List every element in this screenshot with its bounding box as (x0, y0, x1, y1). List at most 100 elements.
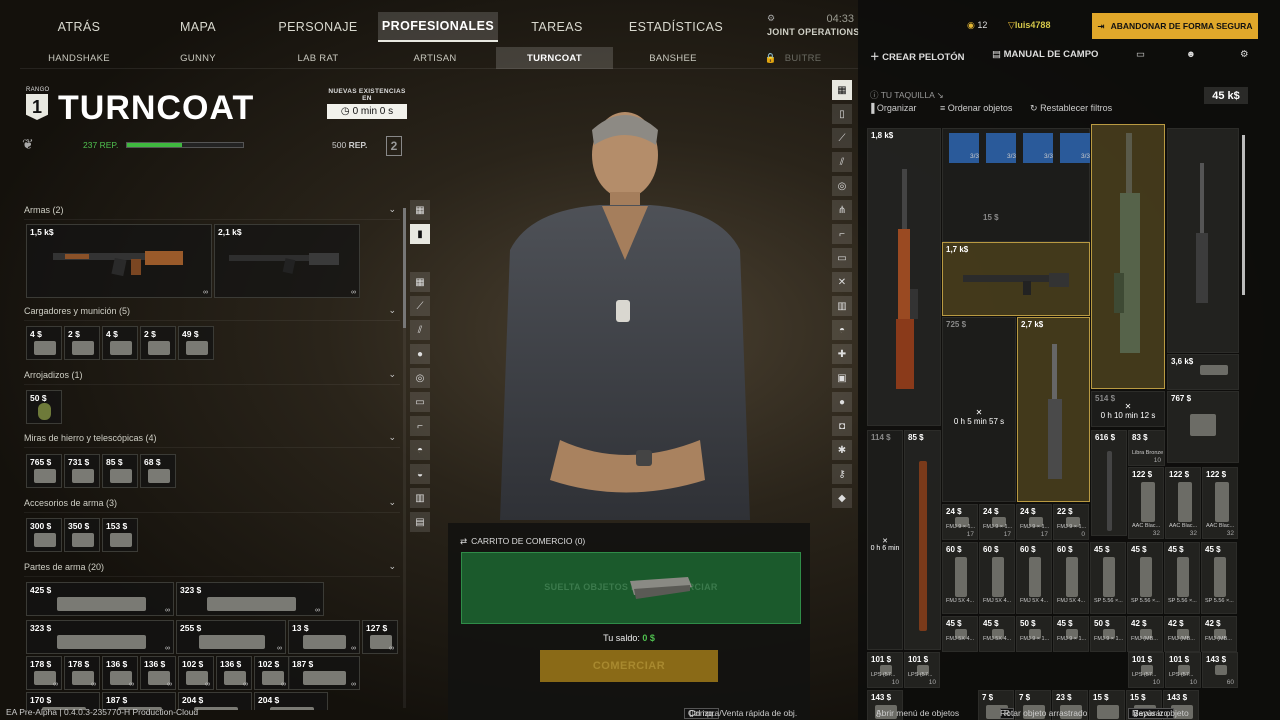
armor-icon[interactable]: ▣ (832, 368, 852, 388)
category-header[interactable]: Arrojadizos (1) ⌄ (24, 365, 400, 385)
shop-item[interactable]: 187 $ ∞ (288, 656, 360, 690)
shop-item[interactable]: 425 $ ∞ (26, 582, 174, 616)
bottle-icon[interactable]: ▯ (832, 104, 852, 124)
stash-item[interactable]: 114 $ ✕ 0 h 6 min (867, 430, 903, 650)
stash-item[interactable]: 122 $ AAC Blac... 32 (1202, 467, 1238, 539)
grid-all-icon[interactable]: ▦ (832, 80, 852, 100)
stash-item[interactable]: 45 $ SP 5.56 ×... (1164, 542, 1200, 614)
trader-tab-labrat[interactable]: LAB RAT (258, 47, 378, 69)
category-header[interactable]: Accesorios de arma (3) ⌄ (24, 493, 400, 513)
username[interactable]: ▽luis4788 (1008, 20, 1050, 31)
bipod-icon[interactable]: ⋔ (832, 200, 852, 220)
rifle-icon[interactable]: ⟋ (410, 296, 430, 316)
category-header[interactable]: Armas (2) ⌄ (24, 200, 400, 220)
mask-icon[interactable]: ◒ (410, 464, 430, 484)
weapon-part-icon[interactable]: ⌐ (832, 224, 852, 244)
backpack-icon[interactable]: ▤ (410, 512, 430, 532)
shop-item[interactable]: 13 $ ∞ (288, 620, 360, 654)
shop-item[interactable]: 2 $ (64, 326, 100, 360)
stash-item[interactable]: 42 $ FMJ (MB... (1127, 616, 1163, 652)
stash-item[interactable]: 101 $ LPS (57... 10 (904, 652, 940, 688)
chat-icon[interactable]: ▭ (1136, 49, 1145, 63)
stash-item[interactable] (1167, 128, 1239, 353)
magazine-icon[interactable]: ⫽ (410, 320, 430, 340)
shop-item[interactable]: 300 $ (26, 518, 62, 552)
trader-tab-turncoat[interactable]: TURNCOAT (496, 47, 613, 69)
shop-item[interactable]: 178 $ ∞ (26, 656, 62, 690)
stash-item[interactable]: 60 $ FMJ 5X 4... (942, 542, 978, 614)
magazine-icon[interactable]: ⫽ (832, 152, 852, 172)
grid-all-icon[interactable]: ▦ (410, 272, 430, 292)
field-manual-button[interactable]: ▤ MANUAL DE CAMPO (992, 49, 1098, 63)
abandon-safely-button[interactable]: ⇥ ABANDONAR DE FORMA SEGURA (1092, 13, 1258, 39)
tab-tasks[interactable]: TAREAS (498, 12, 616, 42)
trader-tab-handshake[interactable]: HANDSHAKE (20, 47, 138, 69)
stash-item[interactable]: 50 $ FMJ 9 × 1... (1090, 616, 1126, 652)
shop-item[interactable]: 50 $ (26, 390, 62, 424)
stash-item[interactable]: 45 $ FMJ 5X 4... (942, 616, 978, 652)
stash-item[interactable]: 50 $ FMJ 9 × 1... (1016, 616, 1052, 652)
stash-item[interactable]: 45 $ FMJ 9 × 1... (1053, 616, 1089, 652)
tab-character[interactable]: PERSONAJE (258, 12, 378, 42)
tab-stats[interactable]: ESTADÍSTICAS (616, 12, 736, 42)
organize-button[interactable]: ▐ Organizar (868, 103, 916, 113)
stash-item[interactable]: 45 $ SP 5.56 ×... (1201, 542, 1237, 614)
shop-item[interactable]: 1,5 k$ ∞ (26, 224, 212, 298)
stash-item[interactable]: 3,6 k$ (1167, 354, 1239, 390)
stash-item[interactable]: 1,7 k$ (942, 242, 1090, 316)
category-header[interactable]: Cargadores y munición (5) ⌄ (24, 301, 400, 321)
locker-icon[interactable]: ▮ (410, 224, 430, 244)
stash-item[interactable]: 101 $ LPS (57... 10 (1128, 652, 1164, 688)
sort-button[interactable]: ≡ Ordenar objetos (940, 103, 1012, 113)
stash-item[interactable]: 616 $ (1091, 430, 1127, 536)
joint-operations[interactable]: ⚙ 04:33 JOINT OPERATIONS (765, 12, 860, 42)
stash-item[interactable]: 45 $ SP 5.56 ×... (1090, 542, 1126, 614)
stash-item[interactable]: 3/3 3/3 3/3 3/3 15 $ (942, 128, 1090, 242)
trader-tab-banshee[interactable]: BANSHEE (613, 47, 733, 69)
stash-item[interactable]: 2,7 k$ (1017, 317, 1090, 502)
gear-icon[interactable]: ⚙ (1240, 49, 1249, 63)
vest-icon[interactable]: ▥ (410, 488, 430, 508)
shop-item[interactable]: 178 $ ∞ (64, 656, 100, 690)
stash-item[interactable]: 22 $ FMJ 9 × 1... 0 (1053, 504, 1089, 540)
bag-icon[interactable]: ◘ (832, 416, 852, 436)
grid-all-icon[interactable]: ▦ (410, 200, 430, 220)
shop-item[interactable]: 350 $ (64, 518, 100, 552)
shop-item[interactable]: 153 $ (102, 518, 138, 552)
reset-filters-button[interactable]: ↻ Restablecer filtros (1030, 103, 1112, 114)
stash-item[interactable]: 83 $ Libra Bronze 10 (1128, 430, 1165, 466)
stash-item[interactable]: 143 $ 60 (1202, 652, 1238, 688)
helmet-icon[interactable]: ◓ (410, 440, 430, 460)
scope-icon[interactable]: ◎ (410, 368, 430, 388)
stash-item[interactable]: 24 $ FMJ 9 × 1... 17 (942, 504, 978, 540)
stash-item[interactable]: 60 $ FMJ 5X 4... (979, 542, 1015, 614)
scope-icon[interactable]: ◎ (832, 176, 852, 196)
category-header[interactable]: Miras de hierro y telescópicas (4) ⌄ (24, 428, 400, 448)
shop-item[interactable]: 2 $ (140, 326, 176, 360)
shop-item[interactable]: 102 $ ∞ (178, 656, 214, 690)
stash-item[interactable]: 767 $ (1167, 391, 1239, 463)
shop-item[interactable]: 68 $ (140, 454, 176, 488)
attachment-icon[interactable]: ▭ (832, 248, 852, 268)
medkit-icon[interactable]: ✚ (832, 344, 852, 364)
stash-item[interactable]: 24 $ FMJ 9 × 1... 17 (1016, 504, 1052, 540)
shop-item[interactable]: 323 $ ∞ (26, 620, 174, 654)
friends-icon[interactable]: ☻ (1186, 49, 1196, 63)
grenade-icon[interactable]: ● (410, 344, 430, 364)
create-squad-button[interactable]: ＋ CREAR PELOTÓN (870, 49, 965, 63)
stash-item[interactable]: 60 $ FMJ 5X 4... (1053, 542, 1089, 614)
stash-scrollbar[interactable] (1242, 135, 1245, 295)
shop-item[interactable]: 85 $ (102, 454, 138, 488)
inventory-scroll-thumb[interactable] (403, 208, 406, 328)
helmet-icon[interactable]: ◓ (832, 320, 852, 340)
cube-icon[interactable]: ◆ (832, 488, 852, 508)
trade-button[interactable]: COMERCIAR (540, 650, 718, 682)
stash-item[interactable]: 60 $ FMJ 5X 4... (1016, 542, 1052, 614)
grenade-icon[interactable]: ● (832, 392, 852, 412)
shop-item[interactable]: 127 $ ∞ (362, 620, 398, 654)
tab-traders[interactable]: PROFESIONALES (378, 12, 498, 42)
stash-item[interactable]: 45 $ FMJ 5X 4... (979, 616, 1015, 652)
stash-item[interactable]: 45 $ SP 5.56 ×... (1127, 542, 1163, 614)
shop-item[interactable]: 323 $ ∞ (176, 582, 324, 616)
shop-item[interactable]: 2,1 k$ ∞ (214, 224, 360, 298)
